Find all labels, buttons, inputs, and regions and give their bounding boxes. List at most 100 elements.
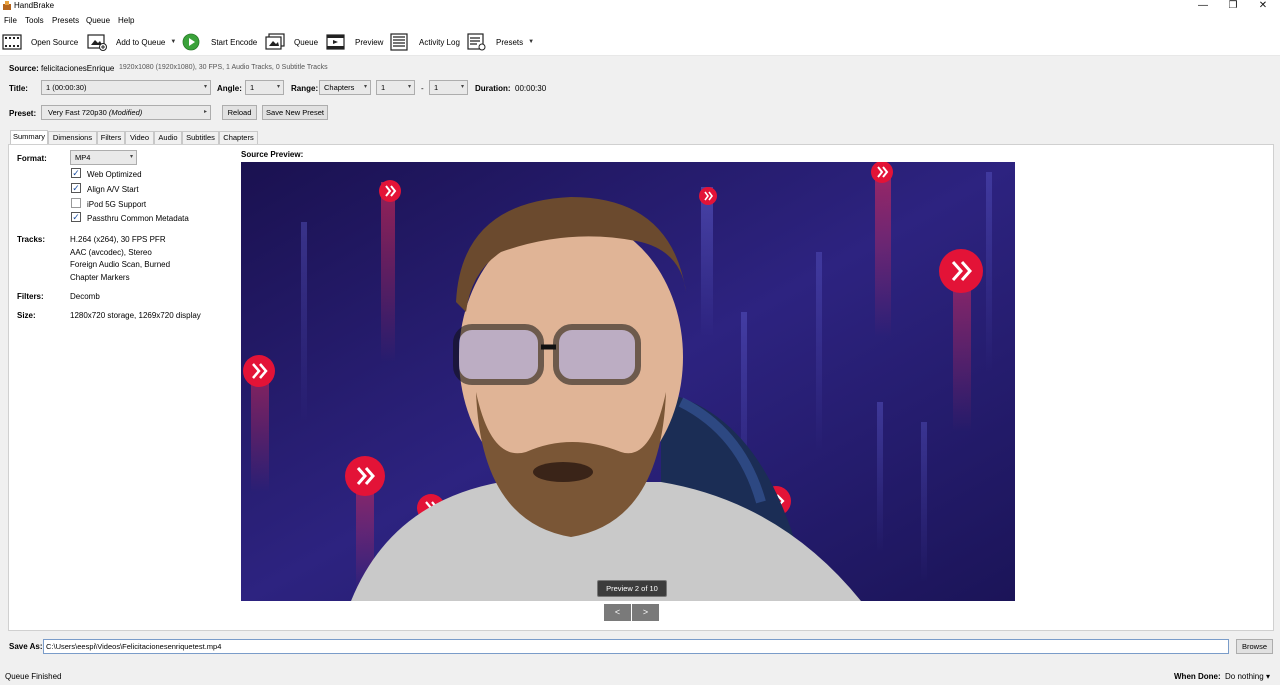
hive-logo-icon: [379, 180, 401, 202]
tab-video[interactable]: Video: [125, 131, 154, 144]
start-encode-label: Start Encode: [211, 37, 258, 47]
duration-value: 00:00:30: [515, 84, 547, 93]
range-end-value: 1: [434, 83, 439, 92]
film-strip-icon: [2, 34, 22, 50]
preset-label: Preset:: [9, 109, 37, 118]
chevron-down-icon: ▾: [363, 84, 367, 90]
preview-next-button[interactable]: >: [632, 604, 659, 621]
window-title: HandBrake: [14, 1, 55, 10]
hive-logo-icon: [345, 456, 385, 496]
range-start-select[interactable]: 1 ▾: [376, 80, 415, 95]
chevron-down-icon: ▾: [1265, 672, 1270, 681]
align-av-checkbox[interactable]: ✓: [71, 183, 81, 193]
tab-dimensions[interactable]: Dimensions: [48, 131, 97, 144]
range-type-value: Chapters: [324, 83, 355, 92]
tab-subtitles[interactable]: Subtitles: [182, 131, 219, 144]
title-select-value: 1 (00:00:30): [46, 83, 87, 92]
save-as-path-input[interactable]: C:\Users\eespi\Videos\Felicitacionesenri…: [43, 639, 1229, 654]
chevron-down-icon: ▾: [129, 154, 133, 160]
title-select[interactable]: 1 (00:00:30) ▾: [41, 80, 211, 95]
tab-filters[interactable]: Filters: [97, 131, 125, 144]
range-separator: -: [421, 84, 424, 93]
range-start-value: 1: [381, 83, 386, 92]
save-as-label: Save As:: [9, 642, 43, 651]
queue-icon: [265, 33, 285, 50]
size-value: 1280x720 storage, 1269x720 display: [70, 311, 201, 320]
menu-file[interactable]: File: [4, 16, 17, 25]
track-item: AAC (avcodec), Stereo: [70, 248, 152, 257]
menu-bar: File Tools Presets Queue Help: [0, 13, 1280, 28]
start-encode-button[interactable]: Start Encode: [182, 32, 257, 52]
reload-button[interactable]: Reload: [222, 105, 257, 120]
close-button[interactable]: ✕: [1248, 0, 1278, 13]
source-label: Source:: [9, 64, 39, 73]
angle-select[interactable]: 1 ▾: [245, 80, 284, 95]
range-type-select[interactable]: Chapters ▾: [319, 80, 371, 95]
ipod-support-label: iPod 5G Support: [87, 200, 147, 209]
angle-select-value: 1: [250, 83, 255, 92]
menu-tools[interactable]: Tools: [25, 16, 44, 25]
filters-label: Filters:: [17, 292, 44, 301]
size-label: Size:: [17, 311, 36, 320]
range-label: Range:: [291, 84, 319, 93]
angle-label: Angle:: [217, 84, 242, 93]
save-new-preset-button[interactable]: Save New Preset: [262, 105, 328, 120]
status-bar: Queue Finished When Done: Do nothing ▾: [0, 665, 1280, 685]
preview-icon: [326, 34, 345, 50]
open-source-label: Open Source: [31, 37, 79, 47]
maximize-button[interactable]: ❐: [1218, 0, 1248, 13]
preview-label: Preview: [355, 37, 384, 47]
preset-value: Very Fast 720p30: [48, 108, 107, 117]
tab-summary[interactable]: Summary: [10, 130, 48, 145]
align-av-label: Align A/V Start: [87, 185, 139, 194]
browse-button[interactable]: Browse: [1236, 639, 1273, 654]
activity-log-icon: [390, 33, 408, 51]
preview-counter-badge: Preview 2 of 10: [597, 580, 667, 597]
format-select[interactable]: MP4 ▾: [70, 150, 137, 165]
preview-previous-button[interactable]: <: [604, 604, 631, 621]
range-end-select[interactable]: 1 ▾: [429, 80, 468, 95]
chevron-down-icon: ▾: [460, 84, 464, 90]
tab-audio[interactable]: Audio: [154, 131, 182, 144]
presets-dropdown-icon[interactable]: ▼: [528, 39, 534, 45]
filters-value: Decomb: [70, 292, 100, 301]
chevron-down-icon: ▾: [407, 84, 411, 90]
when-done-select[interactable]: Do nothing ▾: [1225, 672, 1270, 681]
open-source-button[interactable]: Open Source: [2, 32, 78, 52]
preset-select[interactable]: Very Fast 720p30 (Modified) ▸: [41, 105, 211, 120]
presets-button[interactable]: Presets ▼: [467, 32, 534, 52]
menu-help[interactable]: Help: [118, 16, 134, 25]
chevron-down-icon: ▾: [276, 84, 280, 90]
minimize-button[interactable]: —: [1188, 0, 1218, 13]
queue-button[interactable]: Queue: [265, 32, 318, 52]
duration-label: Duration:: [475, 84, 511, 93]
track-item: Foreign Audio Scan, Burned: [70, 260, 171, 269]
activity-log-button[interactable]: Activity Log: [390, 32, 460, 52]
source-name: felicitacionesEnrique: [41, 64, 115, 73]
tracks-label: Tracks:: [17, 235, 46, 244]
web-optimized-checkbox[interactable]: ✓: [71, 168, 81, 178]
menu-queue[interactable]: Queue: [86, 16, 110, 25]
presets-label: Presets: [496, 37, 524, 47]
source-preview-image: [241, 162, 1015, 601]
hive-logo-icon: [699, 187, 717, 205]
track-item: Chapter Markers: [70, 273, 130, 282]
add-to-queue-dropdown-icon[interactable]: ▼: [170, 39, 176, 45]
ipod-support-checkbox[interactable]: [71, 198, 81, 208]
passthru-metadata-label: Passthru Common Metadata: [87, 214, 189, 223]
chevron-right-icon: ▸: [203, 109, 207, 115]
activity-log-label: Activity Log: [419, 37, 460, 47]
track-item: H.264 (x264), 30 FPS PFR: [70, 235, 166, 244]
passthru-metadata-checkbox[interactable]: ✓: [71, 212, 81, 222]
preview-frame-image: [241, 162, 1015, 601]
toolbar: Open Source Add to Queue ▼ Start Encode …: [0, 28, 1280, 56]
hive-logo-icon: [939, 249, 983, 293]
tab-chapters[interactable]: Chapters: [219, 131, 258, 144]
add-to-queue-button[interactable]: Add to Queue ▼: [87, 32, 176, 52]
source-info: 1920x1080 (1920x1080), 30 FPS, 1 Audio T…: [119, 64, 328, 71]
preset-modified: (Modified): [108, 108, 143, 117]
source-preview-label: Source Preview:: [241, 150, 304, 159]
preview-button[interactable]: Preview: [326, 32, 383, 52]
menu-presets[interactable]: Presets: [52, 16, 79, 25]
when-done-label: When Done:: [1174, 672, 1221, 681]
